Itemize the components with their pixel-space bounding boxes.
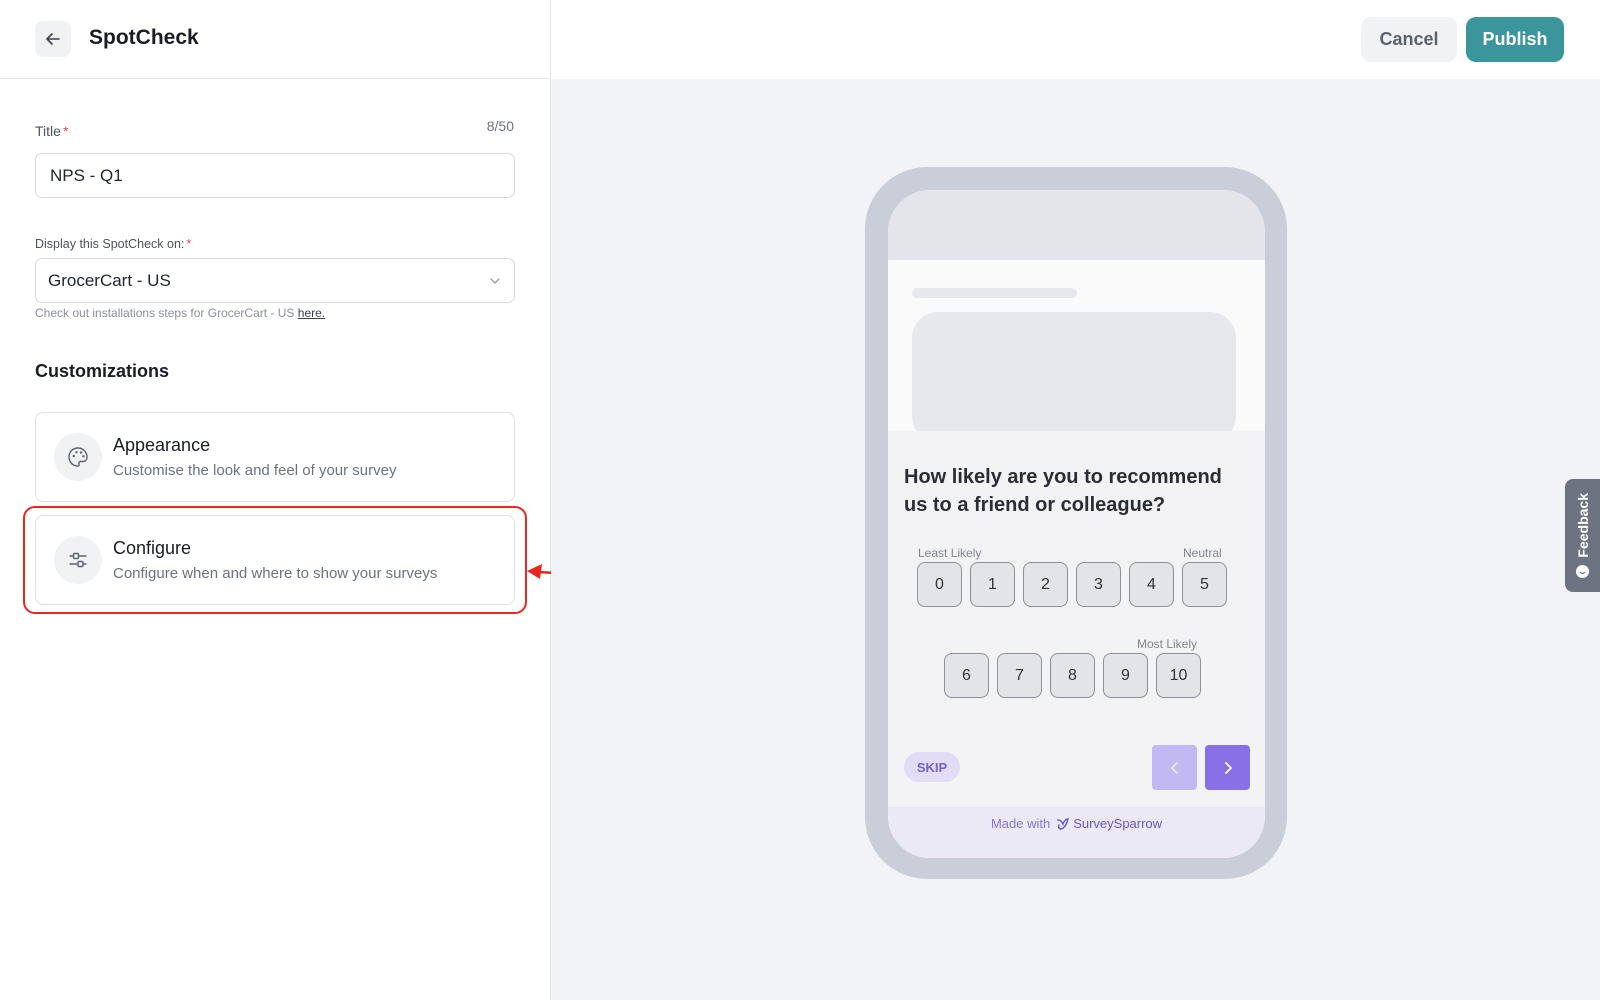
feedback-smiley-icon — [1576, 565, 1589, 579]
skeleton-placeholder-line — [912, 288, 1077, 298]
display-label-text: Display this SpotCheck on: — [35, 237, 185, 251]
appearance-card-text: Appearance Customise the look and feel o… — [113, 435, 396, 479]
nps-option-5[interactable]: 5 — [1182, 562, 1227, 607]
made-with-text: Made with — [990, 816, 1051, 831]
title-input[interactable] — [35, 153, 515, 198]
most-likely-label: Most Likely — [1137, 637, 1198, 651]
configure-title: Configure — [113, 538, 192, 558]
installation-help-text: Check out installations steps for Grocer… — [35, 306, 325, 320]
cancel-button[interactable]: Cancel — [1361, 17, 1457, 62]
previous-question-button[interactable] — [1152, 745, 1197, 790]
next-question-button[interactable] — [1205, 745, 1250, 790]
nps-option-3[interactable]: 3 — [1076, 562, 1121, 607]
skeleton-placeholder-block — [912, 312, 1236, 442]
nps-option-6[interactable]: 6 — [944, 653, 989, 698]
chevron-left-icon — [1170, 761, 1178, 774]
survey-question: How likely are you to recommend us to a … — [904, 466, 1222, 516]
title-label: Title * — [35, 123, 68, 139]
customizations-heading: Customizations — [35, 361, 170, 381]
palette-icon — [54, 433, 102, 481]
help-text-prefix: Check out installations steps for Grocer… — [35, 306, 298, 320]
feedback-tab[interactable]: Feedback — [1565, 479, 1600, 592]
panel-header: SpotCheck — [0, 0, 551, 79]
made-with-footer: Made with SurveySparrow — [888, 807, 1265, 858]
least-likely-label: Least Likely — [918, 546, 982, 560]
spotcheck-survey-card: How likely are you to recommend us to a … — [888, 431, 1265, 858]
title-char-counter: 8/50 — [486, 118, 514, 134]
nps-option-8[interactable]: 8 — [1050, 653, 1095, 698]
surveysparrow-logo-icon — [1057, 817, 1070, 830]
nps-option-4[interactable]: 4 — [1129, 562, 1174, 607]
phone-top-bar — [888, 190, 1265, 260]
nps-option-1[interactable]: 1 — [970, 562, 1015, 607]
configure-subtitle: Configure when and where to show your su… — [113, 565, 438, 582]
display-on-select[interactable]: GrocerCart - US — [35, 258, 515, 303]
brand-name: SurveySparrow — [1073, 816, 1163, 831]
chevron-down-icon — [490, 277, 500, 284]
phone-screen: How likely are you to recommend us to a … — [888, 190, 1265, 858]
appearance-title: Appearance — [113, 435, 211, 455]
feedback-tab-label: Feedback — [1574, 492, 1591, 558]
page-title: SpotCheck — [89, 26, 199, 49]
chevron-right-icon — [1224, 761, 1232, 774]
display-on-value: GrocerCart - US — [48, 270, 171, 290]
required-asterisk: * — [186, 237, 192, 251]
settings-panel: SpotCheck Title* 8/50 Display this SpotC… — [0, 0, 551, 1000]
required-asterisk: * — [62, 123, 69, 139]
back-button[interactable] — [35, 21, 71, 57]
configure-card[interactable]: Configure Configure when and where to sh… — [35, 515, 515, 605]
nps-option-7[interactable]: 7 — [997, 653, 1042, 698]
nps-option-9[interactable]: 9 — [1103, 653, 1148, 698]
title-label-text: Title — [35, 123, 61, 139]
sliders-icon — [54, 536, 102, 584]
nps-option-2[interactable]: 2 — [1023, 562, 1068, 607]
nps-option-10[interactable]: 10 — [1156, 653, 1201, 698]
skip-button[interactable]: SKIP — [904, 752, 960, 782]
nps-option-0[interactable]: 0 — [917, 562, 962, 607]
display-label: Display this SpotCheck on: * — [35, 237, 191, 251]
appearance-subtitle: Customise the look and feel of your surv… — [113, 462, 397, 479]
arrow-left-icon — [46, 33, 60, 45]
configure-card-text: Configure Configure when and where to sh… — [113, 538, 437, 582]
neutral-label: Neutral — [1183, 546, 1222, 560]
installation-help-link[interactable]: here. — [298, 306, 325, 320]
appearance-card[interactable]: Appearance Customise the look and feel o… — [35, 412, 515, 502]
publish-button[interactable]: Publish — [1466, 17, 1564, 62]
